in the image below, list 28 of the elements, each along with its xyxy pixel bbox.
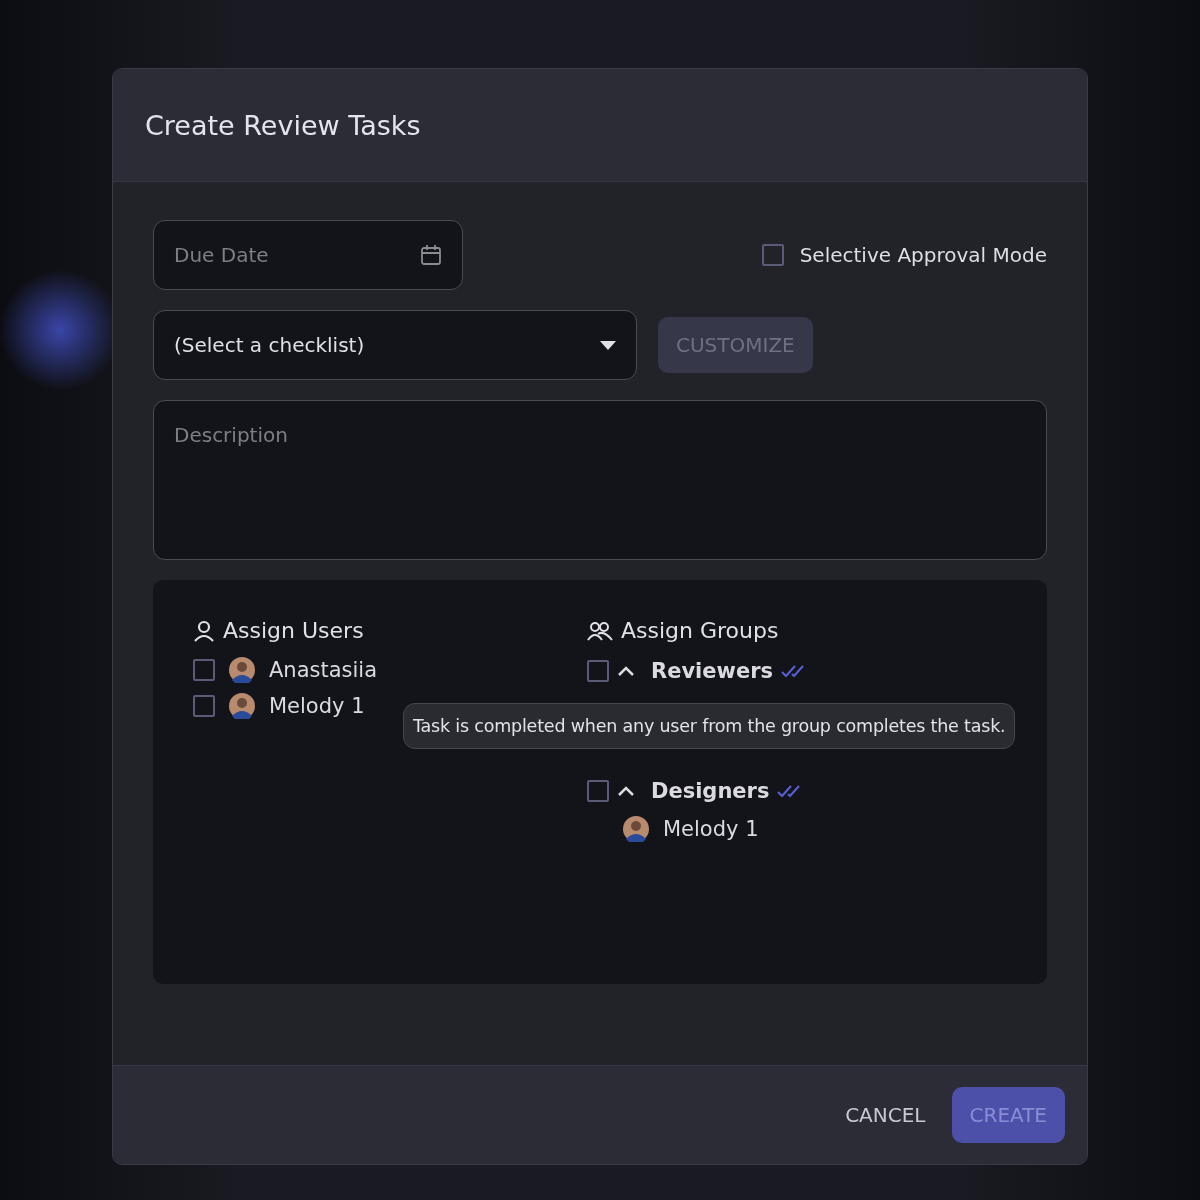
checklist-dropdown[interactable]: (Select a checklist) bbox=[153, 310, 637, 380]
chevron-icon[interactable] bbox=[617, 665, 635, 677]
description-field[interactable]: Description bbox=[153, 400, 1047, 560]
section-title: Assign Users bbox=[223, 618, 364, 643]
checkbox-label: Selective Approval Mode bbox=[799, 243, 1047, 267]
users-icon bbox=[587, 620, 613, 641]
due-date-field[interactable]: Due Date bbox=[153, 220, 463, 290]
user-icon bbox=[193, 619, 215, 642]
dropdown-icon bbox=[600, 340, 616, 350]
section-title: Assign Groups bbox=[621, 618, 779, 643]
avatar bbox=[229, 693, 255, 719]
group-name: Designers bbox=[651, 779, 770, 803]
chevron-icon[interactable] bbox=[617, 785, 635, 797]
group-name: Reviewers bbox=[651, 659, 774, 683]
dialog-title: Create Review Tasks bbox=[145, 109, 421, 141]
checkbox[interactable] bbox=[761, 244, 784, 266]
checkbox[interactable] bbox=[193, 659, 215, 681]
checkbox[interactable] bbox=[587, 780, 609, 802]
checkbox[interactable] bbox=[193, 695, 215, 717]
user-name: Melody 1 bbox=[663, 817, 759, 841]
avatar bbox=[229, 657, 255, 683]
cancel-button[interactable]: CANCEL bbox=[839, 1102, 932, 1128]
user-name: Anastasiia bbox=[269, 658, 378, 682]
avatar bbox=[623, 816, 649, 842]
calendar-icon[interactable] bbox=[420, 244, 442, 266]
tooltip: Task is completed when any user from the group completes the task. bbox=[403, 703, 1016, 749]
user-name: Melody 1 bbox=[269, 694, 365, 718]
checkbox[interactable] bbox=[587, 660, 609, 682]
